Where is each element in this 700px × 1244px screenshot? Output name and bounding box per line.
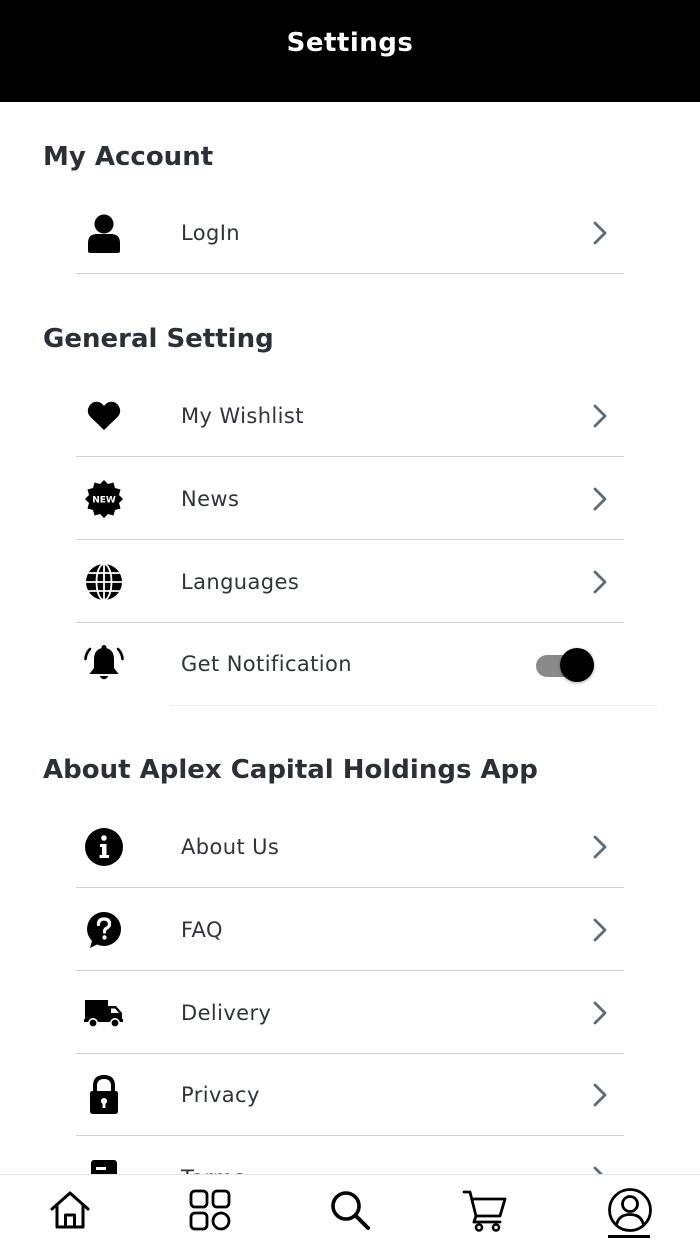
settings-item-about-us[interactable]: About Us <box>76 806 624 888</box>
chevron-right-icon <box>593 1083 607 1106</box>
info-icon <box>82 825 126 869</box>
page-title: Settings <box>286 28 414 58</box>
cart-icon <box>462 1190 507 1232</box>
document-icon <box>82 1156 126 1174</box>
settings-item-label: About Us <box>181 834 280 859</box>
settings-item-label: Privacy <box>181 1082 260 1107</box>
settings-item-label: Get Notification <box>181 652 352 676</box>
section-title-account: My Account <box>43 142 214 172</box>
settings-item-label: News <box>181 486 240 511</box>
toggle-knob <box>560 648 594 682</box>
settings-item-news[interactable]: NEW News <box>76 458 624 540</box>
new-badge-icon: NEW <box>82 477 126 521</box>
settings-item-label: LogIn <box>181 220 241 245</box>
truck-icon <box>82 991 126 1035</box>
settings-item-label: My Wishlist <box>181 403 304 428</box>
settings-item-languages[interactable]: Languages <box>76 541 624 623</box>
settings-item-terms[interactable]: Terms <box>76 1137 624 1174</box>
grid-icon <box>189 1189 231 1231</box>
bell-icon <box>82 642 126 686</box>
notification-toggle[interactable] <box>534 646 598 682</box>
settings-item-label: Languages <box>181 569 300 594</box>
settings-item-label: Terms <box>181 1166 245 1174</box>
settings-item-notification: Get Notification <box>76 623 624 705</box>
profile-icon <box>608 1188 652 1232</box>
settings-list[interactable]: My Account LogIn General Setting My Wish… <box>0 102 700 1174</box>
tab-home[interactable] <box>45 1185 95 1235</box>
new-badge-text: NEW <box>92 495 116 505</box>
settings-item-label: FAQ <box>181 917 223 942</box>
chevron-right-icon <box>593 570 607 593</box>
tab-profile[interactable] <box>605 1185 655 1235</box>
settings-item-wishlist[interactable]: My Wishlist <box>76 375 624 457</box>
home-icon <box>50 1191 90 1229</box>
search-icon <box>331 1191 370 1230</box>
lock-icon <box>82 1073 126 1117</box>
chevron-right-icon <box>593 1001 607 1024</box>
section-title-general: General Setting <box>43 324 274 354</box>
globe-icon <box>82 560 126 604</box>
divider <box>170 705 658 706</box>
chevron-right-icon <box>593 221 607 244</box>
chevron-right-icon <box>593 1166 603 1174</box>
chevron-right-icon <box>593 487 607 510</box>
active-tab-indicator <box>608 1235 650 1238</box>
bottom-tab-bar <box>0 1174 700 1244</box>
chevron-right-icon <box>593 918 607 941</box>
tab-cart[interactable] <box>460 1185 510 1235</box>
section-title-about: About Aplex Capital Holdings App <box>43 755 538 785</box>
chevron-right-icon <box>593 404 607 427</box>
app-header: Settings <box>0 0 700 102</box>
user-icon <box>82 211 126 255</box>
settings-item-label: Delivery <box>181 1000 272 1025</box>
settings-item-faq[interactable]: FAQ <box>76 889 624 971</box>
settings-item-privacy[interactable]: Privacy <box>76 1054 624 1136</box>
chevron-right-icon <box>593 835 607 858</box>
tab-categories[interactable] <box>185 1185 235 1235</box>
question-icon <box>82 908 126 952</box>
heart-icon <box>82 394 126 438</box>
settings-item-login[interactable]: LogIn <box>76 192 624 274</box>
settings-item-delivery[interactable]: Delivery <box>76 972 624 1054</box>
tab-search[interactable] <box>325 1185 375 1235</box>
